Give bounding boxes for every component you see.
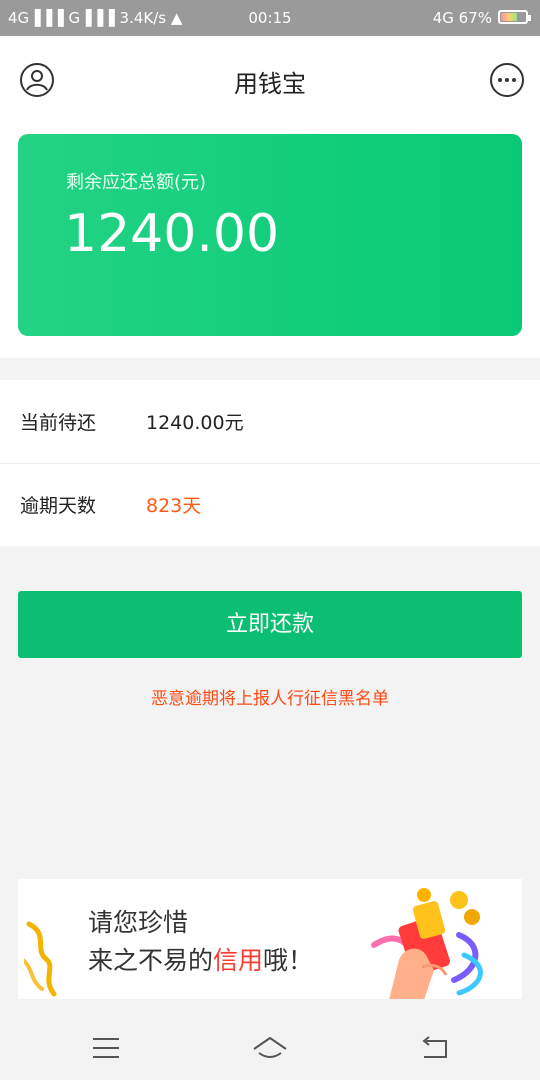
overdue-days-row: 逾期天数 823天 xyxy=(0,463,540,546)
overdue-days-label: 逾期天数 xyxy=(20,495,97,517)
hand-holding-red-envelope-icon xyxy=(371,888,483,999)
battery-tip xyxy=(528,15,531,21)
menu-lines-icon[interactable] xyxy=(92,1035,120,1061)
repay-now-button[interactable]: 立即还款 xyxy=(18,591,522,658)
overdue-warning-text: 恶意逾期将上报人行征信黑名单 xyxy=(151,689,389,709)
more-dots-icon[interactable] xyxy=(490,63,524,97)
banner-line-2-suffix: 哦！ xyxy=(263,946,314,975)
battery-level xyxy=(501,13,518,21)
current-due-row: 当前待还 1240.00元 xyxy=(0,380,540,464)
current-due-value: 1240.00元 xyxy=(146,412,244,434)
back-arrow-icon[interactable] xyxy=(420,1035,450,1061)
battery-icon xyxy=(498,10,531,24)
balance-label: 剩余应还总额(元) xyxy=(66,172,207,193)
banner-line-2: 来之不易的信用哦！ xyxy=(88,941,313,977)
status-bar: 4G▐▐▐ G▐▐▐ 3.4K/s ▲ 00:15 4G 67% xyxy=(0,0,540,36)
current-due-label: 当前待还 xyxy=(20,412,97,434)
banner-line-2-highlight: 信用 xyxy=(213,946,264,975)
home-icon[interactable] xyxy=(252,1035,288,1063)
banner-line-1: 请您珍惜 xyxy=(88,908,189,937)
repayment-details: 当前待还 1240.00元 逾期天数 823天 xyxy=(0,380,540,546)
summary-section: 剩余应还总额(元) 1240.00 xyxy=(0,122,540,358)
credit-banner[interactable]: 请您珍惜 来之不易的信用哦！ xyxy=(18,879,522,999)
overdue-days-value: 823天 xyxy=(146,495,202,517)
balance-amount: 1240.00 xyxy=(64,204,280,264)
ribbon-decoration-icon xyxy=(24,921,57,997)
status-network-battery: 4G 67% xyxy=(432,9,492,27)
system-nav-bar xyxy=(0,1017,540,1080)
banner-line-2-prefix: 来之不易的 xyxy=(88,946,214,975)
balance-card: 剩余应还总额(元) 1240.00 xyxy=(18,134,522,336)
app-header: 用钱宝 xyxy=(0,36,540,122)
page-title: 用钱宝 xyxy=(234,70,306,98)
